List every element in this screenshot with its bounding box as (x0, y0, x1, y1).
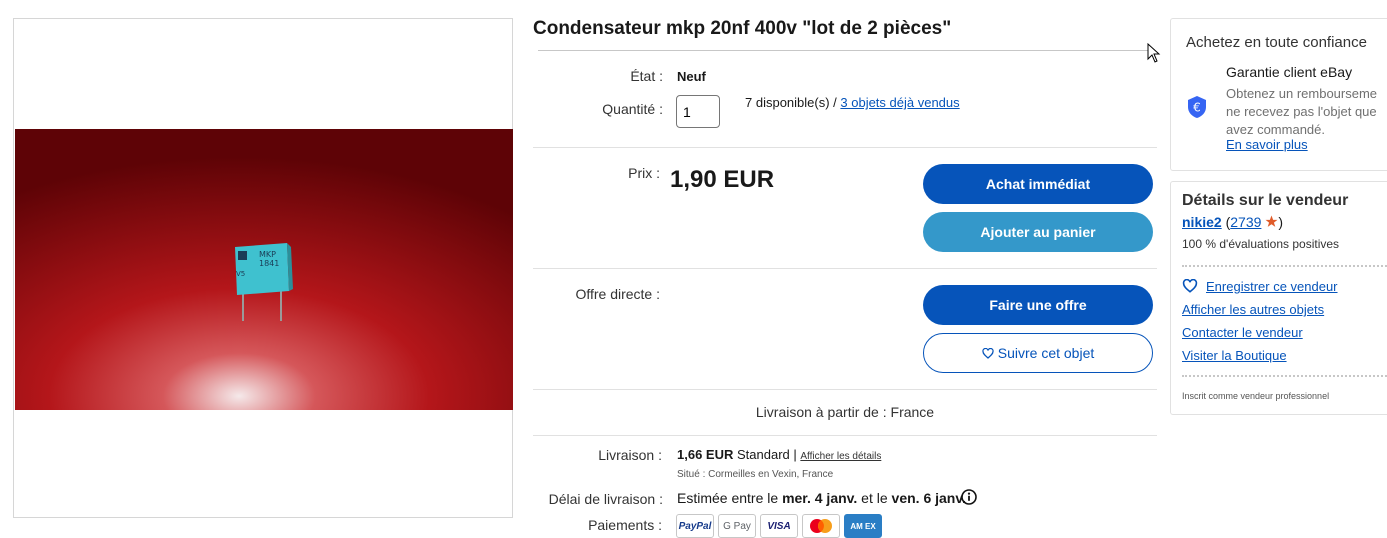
buy-now-button[interactable]: Achat immédiat (923, 164, 1153, 204)
seller-heading: Détails sur le vendeur (1182, 192, 1349, 209)
delivery-to: ven. 6 janv. (891, 490, 966, 506)
availability-text: 7 disponible(s) / 3 objets déjà vendus (745, 95, 960, 110)
delivery-label: Délai de livraison : (548, 491, 663, 507)
visa-icon: VISA (760, 514, 798, 538)
condition-label: État : (630, 68, 663, 84)
listing-title: Condensateur mkp 20nf 400v "lot de 2 piè… (533, 18, 952, 39)
seller-identity: nikie2 (2739 ) (1182, 214, 1283, 230)
watch-label: Suivre cet objet (997, 345, 1095, 361)
product-photo[interactable]: MKP 1841 V5 (15, 129, 513, 410)
available-count: 7 disponible(s) / (745, 95, 841, 110)
shipping-line: 1,66 EUR Standard | Afficher les détails (677, 447, 881, 462)
delivery-pre: Estimée entre le (677, 490, 783, 506)
paypal-icon: PayPal (676, 514, 714, 538)
guarantee-text: Obtenez un rembourseme ne recevez pas l'… (1226, 85, 1377, 139)
guarantee-heading: Achetez en toute confiance (1186, 34, 1367, 51)
product-image-frame[interactable]: MKP 1841 V5 (13, 18, 513, 518)
google-pay-icon: G Pay (718, 514, 756, 538)
delivery-from: mer. 4 janv. (782, 490, 858, 506)
mastercard-icon (802, 514, 840, 538)
item-location: Situé : Cormeilles en Vexin, France (677, 469, 834, 480)
mouse-cursor-icon (1147, 43, 1161, 63)
watch-button[interactable]: Suivre cet objet (923, 333, 1153, 373)
quantity-label: Quantité : (602, 101, 663, 117)
sold-count-link[interactable]: 3 objets déjà vendus (840, 95, 959, 110)
divider (533, 389, 1157, 390)
title-divider (538, 50, 1150, 51)
guarantee-text-line: ne recevez pas l'objet que (1226, 104, 1377, 119)
amex-icon: AM EX (844, 514, 882, 538)
divider (533, 435, 1157, 436)
feedback-open: ( (1221, 214, 1231, 230)
dotted-divider (1182, 265, 1387, 267)
guarantee-title: Garantie client eBay (1226, 64, 1353, 80)
add-to-cart-button[interactable]: Ajouter au panier (923, 212, 1153, 252)
euro-shield-icon: € (1188, 96, 1206, 118)
info-icon[interactable] (961, 489, 977, 505)
visit-store-link[interactable]: Visiter la Boutique (1182, 348, 1287, 363)
condition-value: Neuf (677, 69, 706, 84)
delivery-estimate: Estimée entre le mer. 4 janv. et le ven.… (677, 490, 966, 506)
capacitor-grade: V5 (236, 270, 245, 278)
make-offer-button[interactable]: Faire une offre (923, 285, 1153, 325)
shipping-method: Standard | (733, 447, 801, 462)
save-seller-link[interactable]: Enregistrer ce vendeur (1206, 279, 1338, 294)
price-value: 1,90 EUR (670, 166, 775, 193)
heart-icon (982, 347, 994, 359)
ships-from: Livraison à partir de : France (755, 404, 935, 420)
capacitor-code: 1841 (259, 259, 279, 268)
delivery-mid: et le (857, 490, 892, 506)
learn-more-link[interactable]: En savoir plus (1226, 137, 1308, 152)
seller-registration: Inscrit comme vendeur professionnel (1182, 391, 1330, 401)
feedback-close: ) (1278, 214, 1283, 230)
contact-seller-link[interactable]: Contacter le vendeur (1182, 325, 1303, 340)
quantity-input[interactable] (676, 95, 720, 128)
capacitor-brand: MKP (259, 250, 276, 259)
divider (533, 147, 1157, 148)
best-offer-label: Offre directe : (575, 286, 660, 302)
seller-name-link[interactable]: nikie2 (1182, 214, 1222, 230)
positive-feedback: 100 % d'évaluations positives (1182, 237, 1340, 251)
feedback-score-link[interactable]: 2739 (1230, 214, 1261, 230)
svg-text:€: € (1193, 101, 1201, 115)
other-items-link[interactable]: Afficher les autres objets (1182, 302, 1324, 317)
mastercard-logo (810, 519, 832, 533)
heart-icon[interactable] (1182, 279, 1198, 293)
star-icon (1265, 215, 1278, 227)
shipping-label: Livraison : (598, 447, 662, 463)
shipping-cost: 1,66 EUR (677, 447, 734, 462)
guarantee-text-line: Obtenez un rembourseme (1226, 86, 1378, 101)
divider (533, 268, 1157, 269)
dotted-divider (1182, 375, 1387, 377)
shipping-details-link[interactable]: Afficher les détails (800, 451, 881, 462)
price-label: Prix : (628, 165, 660, 181)
